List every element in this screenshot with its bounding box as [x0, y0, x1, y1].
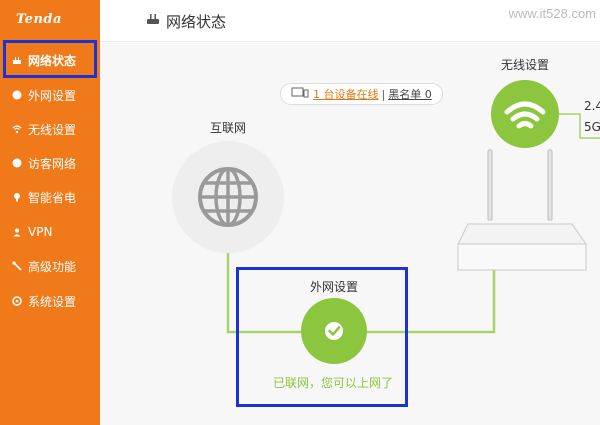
internet-wan-link — [226, 253, 301, 334]
wan-label: 外网设置 — [310, 280, 359, 294]
check-icon — [325, 322, 343, 340]
wireless-label: 无线设置 — [501, 58, 550, 72]
online-devices-link[interactable]: 1 台设备在线 — [313, 86, 379, 102]
band-24-label: 2.4 — [584, 99, 600, 113]
blacklist-link[interactable]: 黑名单 0 — [388, 86, 432, 102]
wan-node[interactable] — [301, 298, 367, 364]
internet-node — [172, 141, 284, 253]
wireless-node[interactable] — [491, 80, 559, 148]
device-status-bar: 1 台设备在线 | 黑名单 0 — [280, 83, 443, 105]
band-5-label: 5G — [584, 120, 600, 134]
wifi-icon — [504, 101, 546, 129]
device-icon — [291, 87, 309, 101]
internet-label: 互联网 — [210, 121, 247, 135]
router-device — [457, 149, 587, 271]
globe-icon — [198, 167, 258, 227]
wan-router-link — [367, 270, 496, 334]
separator: | — [381, 87, 386, 101]
wan-status-text: 已联网，您可以上网了 — [273, 376, 394, 390]
